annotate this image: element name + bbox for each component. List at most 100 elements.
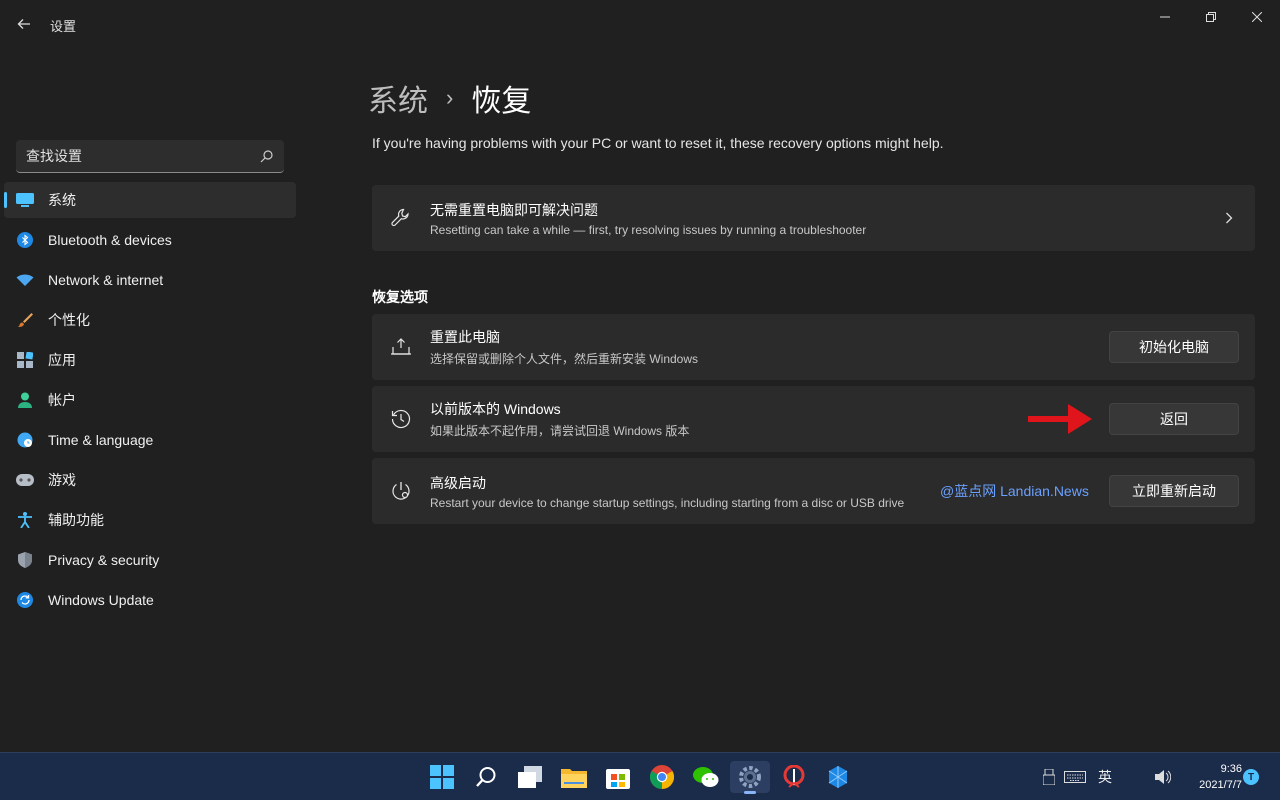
sidebar-item-label: 辅助功能 xyxy=(48,512,104,528)
chevron-right-icon xyxy=(1223,212,1235,224)
sidebar-item-label: Time & language xyxy=(48,432,154,448)
app-title: 设置 xyxy=(50,19,77,34)
page-title: 恢复 xyxy=(471,85,532,118)
taskbar-search-button[interactable] xyxy=(466,761,506,793)
previous-version-subtitle: 如果此版本不起作用，请尝试回退 Windows 版本 xyxy=(430,424,690,438)
accessibility-icon xyxy=(16,511,34,529)
sidebar-item-accounts[interactable]: 帐户 xyxy=(4,382,296,418)
troubleshoot-subtitle: Resetting can take a while — first, try … xyxy=(430,222,867,237)
watermark: @蓝点网 Landian.News xyxy=(940,483,1089,499)
shield-icon xyxy=(16,551,34,569)
sidebar-item-label: Windows Update xyxy=(48,592,154,608)
blue-app-icon xyxy=(828,766,848,788)
system-display-icon xyxy=(16,191,34,209)
bluetooth-icon xyxy=(16,231,34,249)
chrome-button[interactable] xyxy=(642,761,682,793)
start-button[interactable] xyxy=(422,761,462,793)
reset-pc-subtitle: 选择保留或删除个人文件，然后重新安装 Windows xyxy=(430,352,699,366)
account-icon xyxy=(16,391,34,409)
back-arrow-icon xyxy=(17,19,30,29)
restart-now-button[interactable]: 立即重新启动 xyxy=(1109,475,1239,507)
restore-icon xyxy=(1206,12,1216,22)
notification-badge[interactable]: T xyxy=(1243,769,1259,785)
sidebar-nav: 系统 Bluetooth & devices Network & interne… xyxy=(4,182,296,622)
section-title: 恢复选项 xyxy=(372,289,428,305)
close-button[interactable] xyxy=(1234,4,1280,30)
windows-logo-icon xyxy=(430,765,454,789)
search-icon[interactable] xyxy=(260,149,274,163)
sidebar-item-label: 游戏 xyxy=(48,472,76,488)
reset-pc-icon xyxy=(390,336,412,358)
page-description: If you're having problems with your PC o… xyxy=(372,135,944,151)
sidebar-item-label: Network & internet xyxy=(48,272,164,288)
breadcrumb-separator: › xyxy=(446,85,454,110)
taskbar: 英 9:36 2021/7/7 T xyxy=(0,752,1280,800)
sidebar-item-time-language[interactable]: Time & language xyxy=(4,422,296,458)
minimize-button[interactable] xyxy=(1142,4,1188,30)
volume-icon[interactable] xyxy=(1154,769,1172,785)
sidebar-item-system[interactable]: 系统 xyxy=(4,182,296,218)
sidebar-item-gaming[interactable]: 游戏 xyxy=(4,462,296,498)
sidebar-item-label: Bluetooth & devices xyxy=(48,232,172,248)
file-explorer-button[interactable] xyxy=(554,761,594,793)
task-view-button[interactable] xyxy=(510,761,550,793)
sidebar-item-label: 帐户 xyxy=(48,392,76,408)
apps-icon xyxy=(16,351,34,369)
reset-pc-title: 重置此电脑 xyxy=(430,329,500,345)
store-button[interactable] xyxy=(598,761,638,793)
reset-pc-button[interactable]: 初始化电脑 xyxy=(1109,331,1239,363)
clock-date: 2021/7/7 xyxy=(1199,779,1242,791)
blue-app-button[interactable] xyxy=(818,761,858,793)
advanced-startup-subtitle: Restart your device to change startup se… xyxy=(430,495,905,510)
sidebar-item-privacy-security[interactable]: Privacy & security xyxy=(4,542,296,578)
sidebar-item-accessibility[interactable]: 辅助功能 xyxy=(4,502,296,538)
previous-version-title: 以前版本的 Windows xyxy=(430,401,561,417)
store-icon xyxy=(606,769,630,789)
sidebar-item-windows-update[interactable]: Windows Update xyxy=(4,582,296,618)
ime-indicator[interactable]: 英 xyxy=(1098,767,1112,787)
breadcrumb-parent[interactable]: 系统 xyxy=(368,76,428,120)
maximize-button[interactable] xyxy=(1188,4,1234,30)
sidebar-item-bluetooth[interactable]: Bluetooth & devices xyxy=(4,222,296,258)
minimize-icon xyxy=(1160,16,1170,18)
troubleshoot-card[interactable]: 无需重置电脑即可解决问题 Resetting can take a while … xyxy=(372,185,1255,251)
close-icon xyxy=(1252,12,1262,22)
sidebar-item-label: 系统 xyxy=(48,192,76,208)
sidebar-item-network[interactable]: Network & internet xyxy=(4,262,296,298)
sidebar-item-label: 应用 xyxy=(48,352,76,368)
search-icon xyxy=(476,767,496,787)
sidebar-item-apps[interactable]: 应用 xyxy=(4,342,296,378)
gamepad-icon xyxy=(16,471,34,489)
settings-taskbar-button[interactable] xyxy=(730,761,770,794)
globe-clock-icon xyxy=(16,431,34,449)
troubleshoot-title: 无需重置电脑即可解决问题 xyxy=(430,201,598,218)
reset-pc-card: 重置此电脑 选择保留或删除个人文件，然后重新安装 Windows 初始化电脑 xyxy=(372,314,1255,380)
go-back-button[interactable]: 返回 xyxy=(1109,403,1239,435)
red-arrow-annotation xyxy=(1028,404,1092,434)
sidebar-item-label: Privacy & security xyxy=(48,552,160,568)
sidebar-item-personalization[interactable]: 个性化 xyxy=(4,302,296,338)
red-app-icon xyxy=(783,765,805,788)
folder-icon xyxy=(561,769,587,788)
advanced-startup-icon xyxy=(390,480,412,502)
red-app-button[interactable] xyxy=(774,761,814,793)
brush-icon xyxy=(16,311,34,329)
history-icon xyxy=(390,408,412,430)
previous-version-card: 以前版本的 Windows 如果此版本不起作用，请尝试回退 Windows 版本… xyxy=(372,386,1255,452)
usb-device-icon[interactable] xyxy=(1040,769,1058,785)
wechat-icon xyxy=(693,767,719,787)
settings-gear-icon xyxy=(739,766,761,788)
back-button[interactable] xyxy=(10,10,38,38)
clock-time: 9:36 xyxy=(1220,763,1242,775)
keyboard-icon[interactable] xyxy=(1064,769,1086,785)
wrench-icon xyxy=(390,207,412,229)
title-bar: 设置 xyxy=(0,0,1280,48)
advanced-startup-card: 高级启动 Restart your device to change start… xyxy=(372,458,1255,524)
task-view-icon xyxy=(518,766,542,788)
wechat-button[interactable] xyxy=(686,761,726,793)
chrome-icon xyxy=(650,765,674,789)
search-box[interactable] xyxy=(16,140,284,173)
breadcrumb: 系统 › 恢复 xyxy=(368,76,531,120)
system-clock[interactable]: 9:36 2021/7/7 xyxy=(1186,761,1242,793)
search-input[interactable] xyxy=(26,148,260,164)
